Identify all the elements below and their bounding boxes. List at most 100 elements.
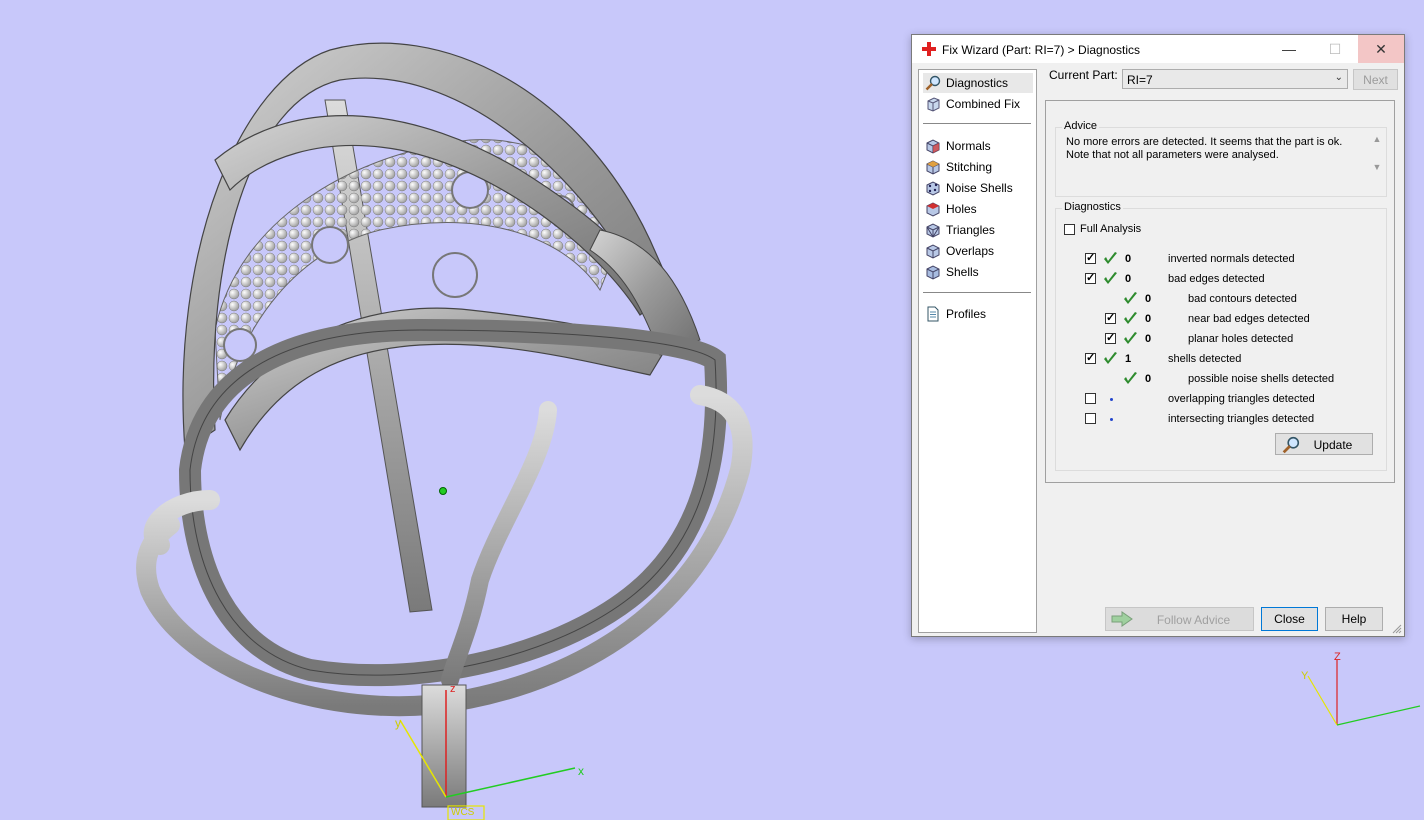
holes-cube-icon [926, 202, 940, 217]
row-label: bad edges detected [1168, 273, 1265, 285]
row-count: 0 [1125, 253, 1132, 265]
corner-axis-label-y: Y [1301, 670, 1309, 682]
nav-label: Holes [946, 202, 977, 216]
green-check-icon [1104, 252, 1117, 264]
close-button[interactable]: Close [1261, 607, 1318, 631]
axis-label-y: y [395, 716, 401, 730]
follow-advice-button[interactable]: Follow Advice [1105, 607, 1254, 631]
title-bar[interactable]: Fix Wizard (Part: RI=7) > Diagnostics — … [912, 35, 1404, 63]
overlaps-cube-icon [926, 244, 940, 259]
resize-grip-icon[interactable] [1392, 624, 1402, 634]
document-icon [927, 306, 939, 322]
row-count: 0 [1145, 293, 1152, 305]
nav-item-combined-fix[interactable]: Combined Fix [923, 94, 1033, 114]
nav-label: Noise Shells [946, 181, 1013, 195]
axis-label-x: x [578, 764, 584, 778]
advice-scrollbar[interactable]: ▲ ▼ [1371, 134, 1383, 184]
current-part-label: Current Part: [1049, 68, 1118, 82]
nav-label: Profiles [946, 307, 987, 321]
advice-group: Advice No more errors are detected. It s… [1055, 120, 1387, 197]
nav-item-noise-shells[interactable]: Noise Shells [923, 178, 1033, 198]
chevron-down-icon: ⌄ [1334, 72, 1343, 83]
nav-divider [923, 123, 1031, 124]
full-analysis-checkbox[interactable] [1064, 224, 1075, 235]
diagnostics-panel: Advice No more errors are detected. It s… [1045, 100, 1395, 483]
row-checkbox[interactable] [1085, 271, 1096, 284]
row-count: 0 [1145, 373, 1152, 385]
row-label: shells detected [1168, 353, 1242, 365]
green-check-icon [1124, 312, 1137, 324]
nav-label: Combined Fix [946, 97, 1021, 111]
nav-item-stitching[interactable]: Stitching [923, 157, 1033, 177]
fix-wizard-dialog: Fix Wizard (Part: RI=7) > Diagnostics — … [911, 34, 1405, 637]
row-label: bad contours detected [1188, 293, 1297, 305]
advice-line-2: Note that not all parameters were analys… [1066, 149, 1279, 161]
green-check-icon [1104, 272, 1117, 284]
row-checkbox[interactable] [1105, 331, 1116, 344]
nav-divider [923, 292, 1031, 293]
noise-shells-icon [926, 181, 940, 196]
row-label: possible noise shells detected [1188, 373, 1335, 385]
row-label: intersecting triangles detected [1168, 413, 1315, 425]
green-check-icon [1124, 292, 1137, 304]
close-window-button[interactable]: ✕ [1358, 35, 1404, 63]
row-count: 1 [1125, 353, 1132, 365]
nav-label: Diagnostics [946, 76, 1009, 90]
row-checkbox[interactable] [1105, 311, 1116, 324]
update-button[interactable]: Update [1275, 433, 1373, 455]
green-check-icon [1124, 332, 1137, 344]
wizard-nav: Diagnostics Combined Fix Normals Stitchi… [918, 69, 1037, 633]
arrow-right-icon [1111, 611, 1133, 627]
advice-title: Advice [1062, 120, 1100, 132]
pending-dot-icon [1110, 418, 1113, 421]
scroll-down-icon[interactable]: ▼ [1371, 162, 1383, 172]
nav-item-diagnostics[interactable]: Diagnostics [923, 73, 1033, 93]
nav-label: Triangles [946, 223, 995, 237]
minimize-button[interactable]: — [1266, 35, 1312, 63]
row-count: 0 [1125, 273, 1132, 285]
current-part-select[interactable]: RI=7 ⌄ [1122, 69, 1348, 89]
help-button[interactable]: Help [1325, 607, 1383, 631]
nav-item-shells[interactable]: Shells [923, 262, 1033, 282]
row-checkbox[interactable] [1085, 413, 1096, 424]
corner-axis-label-z: Z [1334, 651, 1341, 663]
corner-axis-x [1336, 705, 1421, 726]
row-count: 0 [1145, 333, 1152, 345]
nav-item-overlaps[interactable]: Overlaps [923, 241, 1033, 261]
stem [421, 684, 467, 808]
stitching-cube-icon [926, 160, 940, 175]
corner-axis-y [1307, 675, 1338, 726]
nav-item-normals[interactable]: Normals [923, 136, 1033, 156]
nav-label: Stitching [946, 160, 993, 174]
pending-dot-icon [1110, 398, 1113, 401]
scroll-up-icon[interactable]: ▲ [1371, 134, 1383, 144]
normals-cube-icon [926, 139, 940, 154]
red-cross-icon [922, 42, 936, 56]
cube-icon [927, 97, 940, 112]
axis-wcs-label: WCS [451, 807, 475, 818]
nav-label: Normals [946, 139, 991, 153]
advice-text: No more errors are detected. It seems th… [1066, 136, 1372, 176]
pivot-point [439, 487, 447, 495]
update-label: Update [1313, 438, 1353, 452]
row-label: near bad edges detected [1188, 313, 1310, 325]
row-label: planar holes detected [1188, 333, 1294, 345]
green-check-icon [1124, 372, 1137, 384]
row-checkbox[interactable] [1085, 251, 1096, 264]
next-button[interactable]: Next [1353, 69, 1398, 90]
nav-item-triangles[interactable]: Triangles [923, 220, 1033, 240]
diagnostics-group: Diagnostics Full Analysis 0 inverted nor… [1055, 201, 1387, 471]
row-count: 0 [1145, 313, 1152, 325]
nav-item-holes[interactable]: Holes [923, 199, 1033, 219]
row-checkbox[interactable] [1085, 393, 1096, 404]
follow-advice-label: Follow Advice [1156, 613, 1231, 627]
nav-label: Overlaps [946, 244, 995, 258]
maximize-button[interactable]: ☐ [1312, 35, 1358, 63]
current-part-value: RI=7 [1127, 73, 1153, 87]
row-checkbox[interactable] [1085, 351, 1096, 364]
full-analysis-label: Full Analysis [1080, 223, 1142, 235]
magnifier-icon [925, 75, 941, 91]
advice-line-1: No more errors are detected. It seems th… [1066, 136, 1343, 148]
nav-item-profiles[interactable]: Profiles [923, 304, 1033, 324]
row-label: overlapping triangles detected [1168, 393, 1315, 405]
